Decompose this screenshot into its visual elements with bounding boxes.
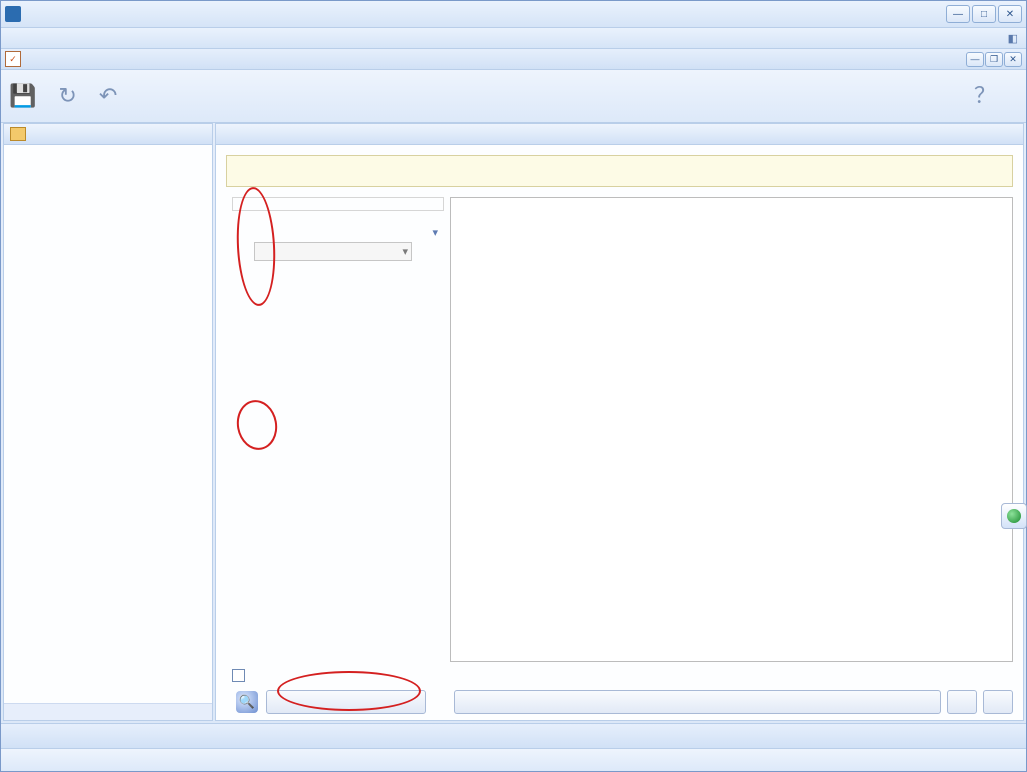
start-analys-button[interactable] — [266, 690, 426, 714]
magnifier-icon: 🔍 — [236, 691, 258, 713]
folder-icon — [10, 127, 26, 141]
kopplingar-column: ▾ ▾ — [218, 193, 450, 666]
close-button[interactable]: ✕ — [998, 5, 1022, 23]
globe-icon — [1007, 509, 1021, 523]
content-panel: ▾ ▾ — [215, 123, 1024, 721]
visa-poster-checkbox[interactable] — [232, 669, 245, 682]
annotation-circle-2 — [233, 397, 281, 453]
info-box — [226, 155, 1013, 187]
settings-tree[interactable] — [4, 145, 212, 703]
menu-bar: ◧ — [1, 28, 1026, 49]
maximize-button[interactable]: □ — [972, 5, 996, 23]
help-icon: ？ — [974, 85, 996, 107]
sub-window-icon: ✓ — [5, 51, 21, 67]
standard-settings-button[interactable]: ↻ — [58, 85, 76, 107]
title-bar: — □ ✕ — [1, 1, 1026, 28]
refresh-icon: ↻ — [58, 85, 76, 107]
taskbar — [1, 723, 1026, 748]
tree-panel — [3, 123, 213, 721]
app-icon — [5, 6, 21, 22]
breadcrumb — [216, 124, 1023, 145]
save-settings-button[interactable]: 💾 — [9, 85, 36, 107]
undo-icon: ↶ — [99, 85, 117, 107]
undo-changes-button[interactable]: ↶ — [99, 85, 117, 107]
analys-result-box[interactable] — [450, 197, 1013, 662]
floating-badge[interactable] — [1001, 503, 1027, 529]
analys-column — [450, 193, 1013, 666]
dropdown-arrow-icon: ▾ — [402, 245, 408, 258]
sub-restore-button[interactable]: ❐ — [985, 52, 1003, 67]
sub-window-titlebar: ✓ — ❐ ✕ — [1, 49, 1026, 70]
tree-header — [4, 124, 212, 145]
spara-button[interactable] — [983, 690, 1013, 714]
sub-close-button[interactable]: ✕ — [1004, 52, 1022, 67]
markera-allt-button[interactable] — [947, 690, 977, 714]
help-button[interactable]: ？ — [974, 85, 996, 107]
status-bar — [1, 748, 1026, 771]
section-title — [216, 145, 1023, 153]
owner-select[interactable]: ▾ — [254, 242, 412, 261]
atgarda-problem-button[interactable] — [454, 690, 941, 714]
minimize-button[interactable]: — — [946, 5, 970, 23]
sub-minimize-button[interactable]: — — [966, 52, 984, 67]
menu-extra-icon[interactable]: ◧ — [1004, 32, 1022, 45]
tree-scrollbar[interactable] — [4, 703, 212, 720]
toolbar: 💾 ↻ ↶ ？ — [1, 70, 1026, 123]
chevron-down-icon[interactable]: ▾ — [432, 226, 438, 239]
save-icon: 💾 — [9, 85, 36, 107]
